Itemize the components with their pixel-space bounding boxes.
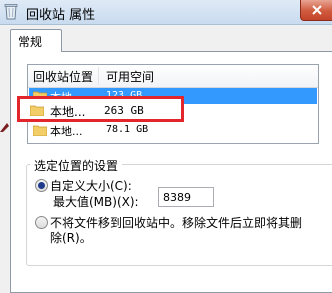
- folder-icon: [30, 105, 44, 116]
- folder-icon: [33, 125, 47, 136]
- tab-general[interactable]: 常规: [10, 29, 62, 52]
- list-item-drive-2-highlighted[interactable]: 本地... 263 GB: [17, 96, 184, 122]
- custom-size-radio[interactable]: [35, 179, 48, 192]
- close-button[interactable]: [300, 0, 332, 21]
- group-title: 选定位置的设置: [30, 157, 123, 174]
- column-header-location[interactable]: 回收站位置: [33, 68, 93, 85]
- free-space-value: 263 GB: [104, 104, 144, 117]
- list-header: 回收站位置 可用空间: [28, 65, 318, 88]
- tab-general-label: 常规: [18, 35, 43, 49]
- custom-size-label[interactable]: 自定义大小(C):: [50, 177, 132, 194]
- location-name: 本地...: [50, 125, 83, 138]
- close-icon: [312, 5, 322, 15]
- delete-immediately-radio[interactable]: [35, 216, 48, 229]
- free-space-value: 78.1 GB: [106, 124, 149, 135]
- column-divider[interactable]: [98, 67, 99, 85]
- title-bar: 回收站 属性: [0, 0, 332, 25]
- column-header-free-space[interactable]: 可用空间: [106, 68, 154, 85]
- delete-immediately-label-continued[interactable]: 除(R)。: [50, 229, 92, 246]
- max-size-value: 8389: [163, 191, 191, 204]
- list-item-drive-3[interactable]: 本地... 78.1 GB: [29, 122, 317, 138]
- max-size-label: 最大值(MB)(X):: [53, 195, 139, 209]
- window-title: 回收站 属性: [26, 8, 96, 23]
- recycle-bin-icon: [4, 4, 18, 20]
- radio-selected-dot: [38, 182, 45, 189]
- location-name: 本地...: [50, 105, 86, 119]
- max-size-input[interactable]: 8389: [158, 187, 214, 207]
- pointer-arrow-icon: [0, 123, 9, 132]
